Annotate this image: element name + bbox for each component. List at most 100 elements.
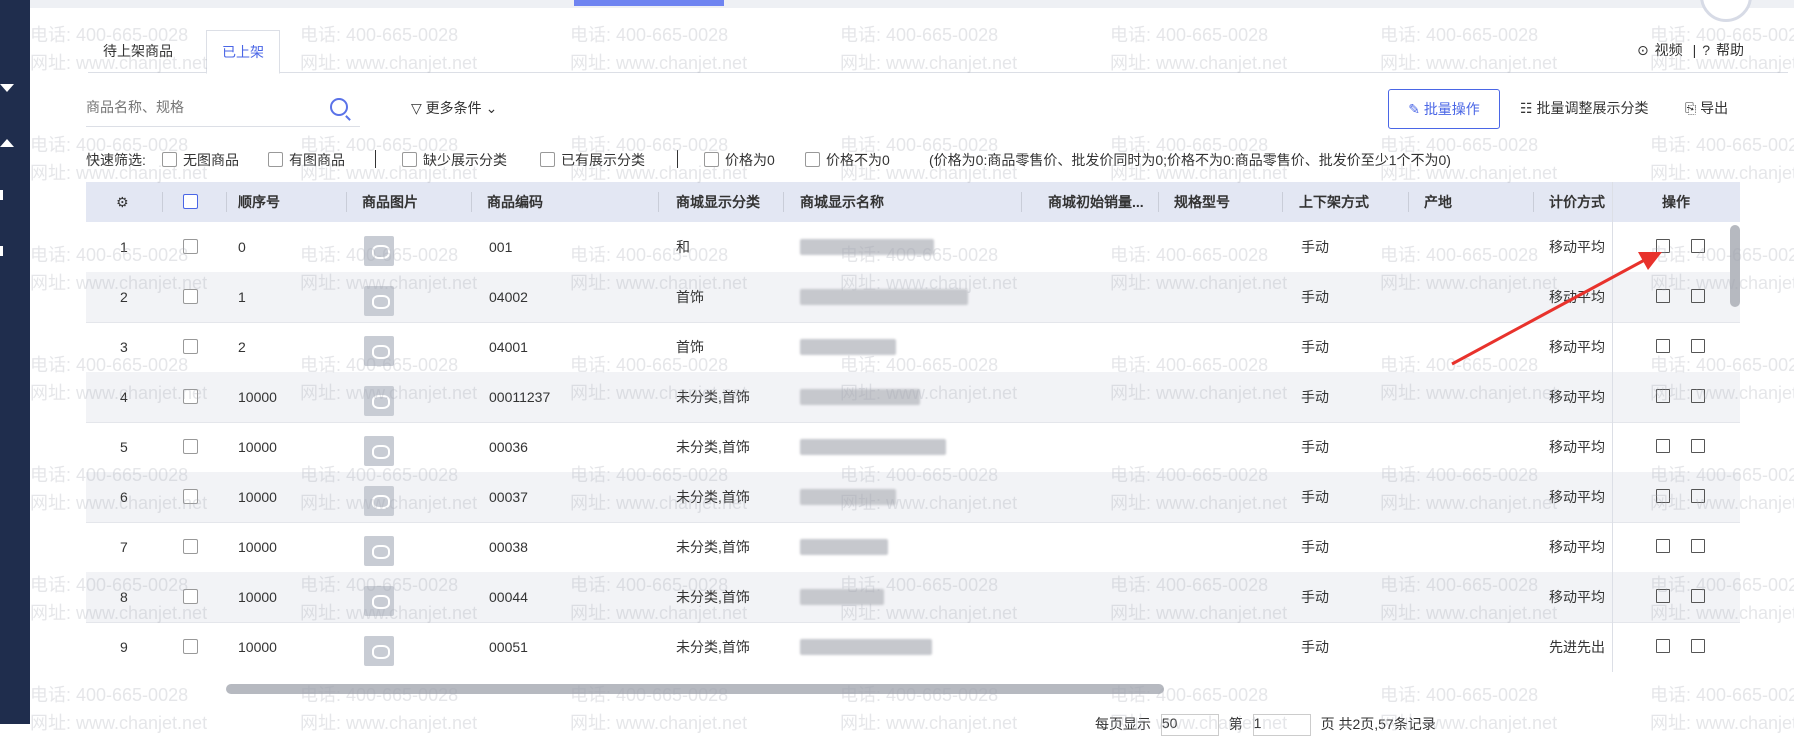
- batch-operation-button[interactable]: ✎ 批量操作: [1388, 89, 1500, 129]
- row-index: 2: [120, 289, 128, 305]
- page-unit: 页: [1320, 716, 1335, 732]
- row-checkbox[interactable]: [183, 222, 204, 272]
- checkbox[interactable]: [162, 152, 177, 167]
- listing-mode-cell: 手动: [1301, 639, 1329, 655]
- row-checkbox[interactable]: [183, 372, 204, 422]
- table-row[interactable]: 6 10000 00037 未分类,首饰 手动 移动平均: [86, 472, 1740, 523]
- avatar[interactable]: [1700, 0, 1752, 22]
- filter-no-image[interactable]: 无图商品: [162, 150, 239, 170]
- col-pricing[interactable]: 计价方式: [1549, 182, 1605, 222]
- col-listing-mode[interactable]: 上下架方式: [1299, 182, 1369, 222]
- table-row[interactable]: 3 2 04001 首饰 手动 移动平均: [86, 322, 1740, 373]
- filter-missing-category[interactable]: 缺少展示分类: [402, 150, 507, 170]
- category-cell: 首饰: [676, 339, 704, 355]
- row-checkbox[interactable]: [183, 572, 204, 622]
- listing-mode-cell: 手动: [1301, 239, 1329, 255]
- col-image[interactable]: 商品图片: [362, 182, 418, 222]
- pricing-cell: 移动平均: [1549, 589, 1605, 605]
- filter-note: (价格为0:商品零售价、批发价同时为0;价格不为0:商品零售价、批发价至少1个不…: [929, 152, 1451, 168]
- row-checkbox[interactable]: [183, 272, 204, 322]
- col-category[interactable]: 商城显示分类: [676, 182, 760, 222]
- row-checkbox[interactable]: [183, 622, 204, 672]
- search-input[interactable]: [86, 90, 316, 124]
- listing-mode-cell: 手动: [1301, 389, 1329, 405]
- product-image: [364, 286, 394, 316]
- chevron-up-icon[interactable]: [0, 139, 14, 147]
- filter-price-zero[interactable]: 价格为0: [704, 150, 775, 170]
- table-row[interactable]: 5 10000 00036 未分类,首饰 手动 移动平均: [86, 422, 1740, 473]
- blurred-name: [800, 639, 932, 655]
- pricing-cell: 先进先出: [1549, 639, 1605, 655]
- watermark-site: 网址: www.chanjet.net: [30, 713, 208, 733]
- col-seq[interactable]: 顺序号: [238, 182, 280, 222]
- watermark-site: 网址: www.chanjet.net: [1650, 713, 1794, 733]
- product-image: [364, 336, 394, 366]
- filter-has-image[interactable]: 有图商品: [268, 150, 345, 170]
- category-cell: 未分类,首饰: [676, 489, 750, 505]
- checkbox[interactable]: [805, 152, 820, 167]
- tab-pending[interactable]: 待上架商品: [88, 30, 188, 72]
- table-row[interactable]: 7 10000 00038 未分类,首饰 手动 移动平均: [86, 522, 1740, 573]
- per-page-select[interactable]: 50: [1160, 714, 1219, 737]
- checkbox[interactable]: [540, 152, 555, 167]
- table-row[interactable]: 8 10000 00044 未分类,首饰 手动 移动平均: [86, 572, 1740, 623]
- select-all-checkbox[interactable]: [183, 182, 204, 222]
- row-index: 4: [120, 389, 128, 405]
- option-label: 价格为0: [725, 152, 775, 168]
- option-label: 缺少展示分类: [423, 152, 507, 168]
- page-input[interactable]: 1: [1252, 714, 1311, 737]
- tab-bar: 待上架商品 已上架: [88, 30, 1788, 74]
- col-origin[interactable]: 产地: [1424, 182, 1452, 222]
- pricing-cell: 移动平均: [1549, 289, 1605, 305]
- col-code[interactable]: 商品编码: [487, 182, 543, 222]
- col-display-name[interactable]: 商城显示名称: [800, 182, 884, 222]
- settings-icon[interactable]: ⚙: [116, 182, 136, 222]
- filter-price-nonzero[interactable]: 价格不为0: [805, 150, 890, 170]
- row-checkbox[interactable]: [183, 522, 204, 572]
- row-index: 1: [120, 239, 128, 255]
- col-spec[interactable]: 规格型号: [1174, 182, 1230, 222]
- seq-cell: 10000: [238, 439, 277, 455]
- watermark-phone: 电话: 400-665-0028: [30, 685, 189, 705]
- table-row[interactable]: 1 0 001 和 手动 移动平均: [86, 222, 1740, 273]
- export-button[interactable]: ⎘ 导出: [1685, 98, 1728, 118]
- row-checkbox[interactable]: [183, 322, 204, 372]
- filter-has-category[interactable]: 已有展示分类: [540, 150, 645, 170]
- vertical-scrollbar[interactable]: [1730, 225, 1740, 307]
- category-cell: 未分类,首饰: [676, 589, 750, 605]
- tab-listed[interactable]: 已上架: [206, 30, 280, 74]
- seq-cell: 10000: [238, 589, 277, 605]
- search-icon[interactable]: [330, 98, 348, 116]
- product-table: ⚙ 顺序号 商品图片 商品编码 商城显示分类 商城显示名称 商城初始销量... …: [86, 182, 1740, 672]
- table-row[interactable]: 2 1 04002 首饰 手动 移动平均: [86, 272, 1740, 323]
- row-index: 5: [120, 439, 128, 455]
- row-index: 3: [120, 339, 128, 355]
- table-row[interactable]: 4 10000 00011237 未分类,首饰 手动 移动平均: [86, 372, 1740, 423]
- sidebar-mark: [0, 246, 3, 256]
- col-initial-sales[interactable]: 商城初始销量...: [1048, 182, 1158, 222]
- export-icon: ⎘: [1685, 100, 1697, 116]
- blurred-name: [800, 439, 946, 455]
- code-cell: 04002: [489, 289, 528, 305]
- chevron-down-icon[interactable]: [0, 84, 14, 92]
- category-cell: 和: [676, 239, 690, 255]
- top-bar: [30, 0, 1794, 8]
- checkbox[interactable]: [268, 152, 283, 167]
- checkbox[interactable]: [402, 152, 417, 167]
- product-image: [364, 486, 394, 516]
- row-index: 9: [120, 639, 128, 655]
- more-filters-button[interactable]: ▽ 更多条件 ⌄: [411, 98, 497, 118]
- batch-adjust-category-button[interactable]: ☷ 批量调整展示分类: [1520, 98, 1648, 118]
- checkbox[interactable]: [704, 152, 719, 167]
- video-link[interactable]: 视频: [1655, 42, 1683, 58]
- horizontal-scrollbar[interactable]: [226, 684, 1164, 694]
- help-link[interactable]: 帮助: [1716, 42, 1744, 58]
- row-checkbox[interactable]: [183, 422, 204, 472]
- row-checkbox[interactable]: [183, 472, 204, 522]
- option-label: 价格不为0: [826, 152, 890, 168]
- table-row[interactable]: 9 10000 00051 未分类,首饰 手动 先进先出: [86, 622, 1740, 672]
- category-cell: 未分类,首饰: [676, 439, 750, 455]
- blurred-name: [800, 589, 884, 605]
- watermark-site: 网址: www.chanjet.net: [840, 713, 1018, 733]
- pricing-cell: 移动平均: [1549, 389, 1605, 405]
